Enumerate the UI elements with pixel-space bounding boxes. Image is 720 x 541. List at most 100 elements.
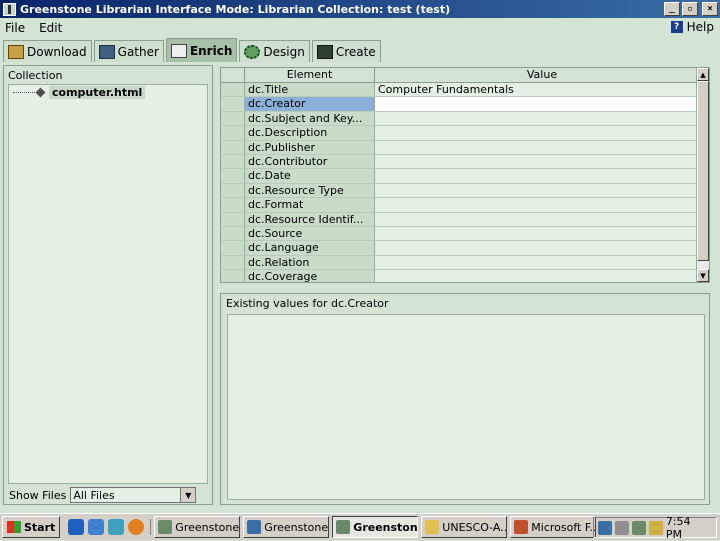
internet-explorer-icon[interactable]	[68, 519, 85, 535]
system-tray: 7:54 PM	[593, 514, 717, 541]
value-cell[interactable]	[375, 126, 709, 139]
taskbar-button[interactable]: Microsoft F...	[510, 516, 597, 538]
row-marker	[221, 198, 245, 212]
element-cell: dc.Subject and Key...	[245, 111, 375, 126]
header-spacer	[221, 68, 245, 82]
desktop-icon[interactable]	[108, 519, 125, 535]
taskbar-button-label: UNESCO-A...	[442, 520, 508, 534]
table-row[interactable]: dc.Coverage	[221, 270, 709, 282]
row-marker	[221, 126, 245, 140]
taskbar-button-label: Greenstone ...	[175, 520, 240, 534]
table-row[interactable]: dc.Language	[221, 241, 709, 256]
element-cell: dc.Language	[245, 241, 375, 255]
tab-enrich-label: Enrich	[189, 43, 233, 58]
scroll-down-icon[interactable]: ▼	[697, 269, 709, 282]
row-marker	[221, 270, 245, 282]
tab-gather[interactable]: Gather	[93, 40, 164, 62]
taskbar-button[interactable]: Greenstone...	[243, 516, 330, 538]
metadata-table-header: Element Value	[221, 68, 709, 83]
maximize-button[interactable]: ▫	[682, 2, 698, 16]
tab-download[interactable]: Download	[3, 40, 92, 62]
column-header-element[interactable]: Element	[245, 68, 375, 82]
enrich-icon	[170, 43, 187, 58]
row-marker	[221, 97, 245, 111]
clock: 7:54 PM	[665, 514, 691, 541]
scroll-thumb[interactable]	[697, 81, 709, 261]
create-icon	[316, 44, 333, 59]
value-cell[interactable]	[375, 270, 709, 282]
value-cell[interactable]	[375, 241, 709, 254]
task-app-icon	[247, 520, 262, 534]
value-cell[interactable]	[375, 256, 709, 269]
tab-create[interactable]: Create	[311, 40, 381, 62]
value-cell[interactable]	[375, 97, 709, 111]
collection-tree[interactable]: computer.html	[8, 84, 208, 484]
tab-gather-label: Gather	[117, 44, 159, 59]
table-row[interactable]: dc.Date	[221, 169, 709, 184]
table-row[interactable]: dc.Title Computer Fundamentals	[221, 83, 709, 98]
table-row[interactable]: dc.Creator	[221, 97, 709, 112]
close-button[interactable]: ×	[702, 2, 718, 16]
value-cell[interactable]	[375, 169, 709, 182]
row-marker	[221, 226, 245, 241]
start-button[interactable]: Start	[2, 516, 61, 538]
table-row[interactable]: dc.Description	[221, 126, 709, 141]
show-files-value: All Files	[73, 488, 115, 502]
column-header-value[interactable]: Value	[375, 68, 709, 82]
tray-alert-icon[interactable]	[648, 520, 663, 535]
network-icon[interactable]	[598, 520, 612, 535]
value-cell[interactable]	[375, 213, 709, 226]
value-cell[interactable]	[375, 155, 709, 168]
existing-values-list[interactable]	[227, 314, 705, 500]
existing-values-panel: Existing values for dc.Creator	[220, 293, 710, 505]
table-row[interactable]: dc.Relation	[221, 255, 709, 271]
value-cell[interactable]	[375, 112, 709, 125]
outlook-icon[interactable]	[88, 519, 105, 535]
tab-enrich[interactable]: Enrich	[165, 38, 238, 62]
menu-file[interactable]: File	[0, 21, 34, 35]
tree-item-file[interactable]: computer.html	[13, 86, 146, 99]
tree-connector	[13, 92, 35, 93]
taskbar-button[interactable]: Greenstone ...	[154, 516, 241, 538]
metadata-scrollbar[interactable]: ▲ ▼	[696, 68, 709, 282]
tray-app-icon[interactable]	[631, 520, 646, 535]
table-row[interactable]: dc.Resource Type	[221, 183, 709, 199]
metadata-table-body: dc.Title Computer Fundamentals dc.Creator d…	[221, 83, 709, 282]
media-player-icon[interactable]	[128, 519, 145, 535]
tab-design-label: Design	[263, 44, 305, 59]
dropdown-arrow-icon[interactable]: ▼	[180, 488, 196, 502]
download-icon	[8, 44, 24, 59]
table-row[interactable]: dc.Resource Identif...	[221, 212, 709, 227]
value-cell[interactable]	[375, 198, 709, 211]
value-cell[interactable]	[375, 227, 709, 240]
element-cell: dc.Relation	[245, 255, 375, 270]
table-row[interactable]: dc.Subject and Key...	[221, 111, 709, 127]
table-row[interactable]: dc.Contributor	[221, 154, 709, 170]
task-app-icon	[336, 520, 351, 534]
taskbar-button[interactable]: UNESCO-A...	[421, 516, 508, 538]
file-node-icon	[35, 87, 46, 98]
tab-design[interactable]: Design	[239, 40, 310, 62]
table-row[interactable]: dc.Format	[221, 198, 709, 213]
element-cell: dc.Coverage	[245, 270, 375, 282]
volume-icon[interactable]	[614, 520, 629, 535]
value-cell[interactable]: Computer Fundamentals	[375, 83, 709, 96]
show-files-select[interactable]: All Files ▼	[70, 487, 197, 503]
taskbar-button[interactable]: Greenston...	[332, 516, 419, 538]
show-files-row: Show Files All Files ▼	[9, 487, 197, 503]
scroll-up-icon[interactable]: ▲	[697, 68, 709, 81]
table-row[interactable]: dc.Source	[221, 226, 709, 242]
element-cell: dc.Source	[245, 226, 375, 241]
element-cell: dc.Title	[245, 83, 375, 97]
value-cell[interactable]	[375, 141, 709, 154]
menu-edit[interactable]: Edit	[34, 21, 71, 35]
element-cell: dc.Contributor	[245, 154, 375, 169]
row-marker	[221, 154, 245, 169]
minimize-button[interactable]: _	[664, 2, 680, 16]
table-row[interactable]: dc.Publisher	[221, 140, 709, 155]
menu-help[interactable]: ? Help	[670, 20, 714, 34]
menu-bar: File Edit ? Help	[0, 18, 720, 38]
value-cell[interactable]	[375, 184, 709, 197]
title-bar: Greenstone Librarian Interface Mode: Lib…	[0, 0, 720, 18]
metadata-table: Element Value dc.Title Computer Fundament…	[220, 67, 710, 283]
